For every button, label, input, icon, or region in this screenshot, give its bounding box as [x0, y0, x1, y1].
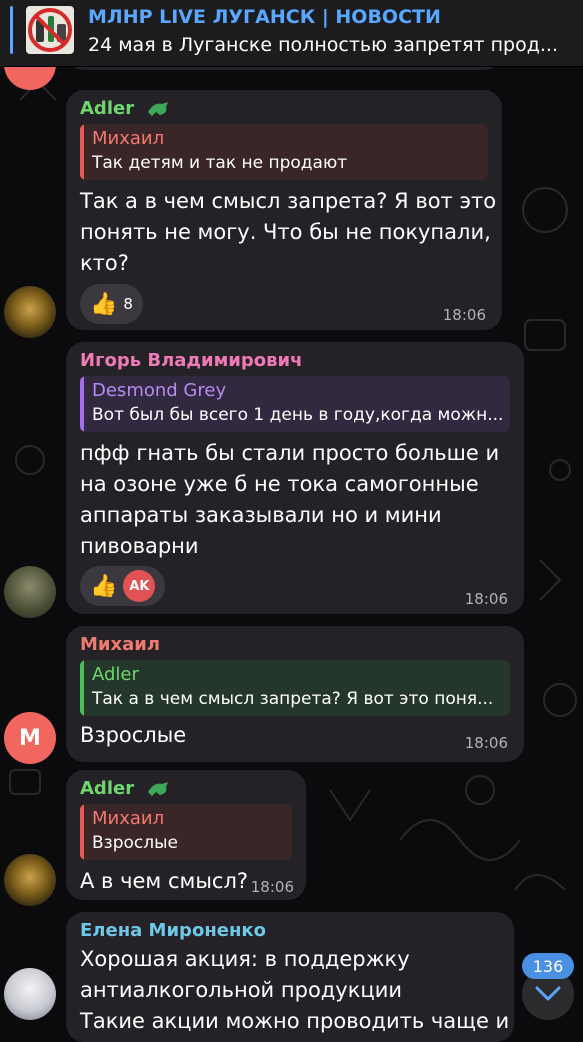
pinned-indicator — [10, 6, 13, 54]
unread-count-badge[interactable]: 136 — [522, 953, 574, 979]
message-bubble[interactable]: Adler Михаил Так детям и так не продают … — [66, 90, 502, 330]
avatar-adler[interactable] — [4, 286, 56, 338]
message-author[interactable]: Adler — [80, 98, 170, 119]
reply-author: Adler — [92, 664, 139, 685]
reply-author: Михаил — [92, 128, 165, 149]
message-time: 18:06 — [442, 306, 486, 324]
message-time: 18:06 — [464, 734, 508, 752]
message-text: пфф гнать бы стали просто больше и на оз… — [80, 441, 500, 558]
reaction-count: 8 — [123, 295, 133, 313]
reply-text: Так детям и так не продают — [92, 153, 348, 173]
avatar-elena[interactable] — [4, 968, 56, 1020]
reaction-chip[interactable]: 👍 8 — [80, 284, 143, 324]
thumbs-up-icon: 👍 — [90, 291, 118, 317]
message-bubble[interactable]: Игорь Владимирович Desmond Grey Вот был … — [66, 342, 524, 614]
pinned-title: МЛНР LIVE ЛУГАНСК | НОВОСТИ — [88, 6, 441, 28]
avatar-mikhail[interactable]: M — [4, 712, 56, 764]
message-text: Хорошая акция: в поддержку антиалкогольн… — [80, 947, 510, 1033]
avatar-igor[interactable] — [4, 566, 56, 618]
reply-preview[interactable]: Adler Так а в чем смысл запрета? Я вот э… — [80, 660, 510, 716]
message-time: 18:06 — [464, 590, 508, 608]
reply-author: Desmond Grey — [92, 380, 227, 401]
message-text: Взрослые — [80, 723, 187, 747]
message-text: Так а в чем смысл запрета? Я вот это пон… — [80, 189, 497, 275]
message-author[interactable]: Михаил — [80, 634, 160, 655]
message-author[interactable]: Adler — [80, 778, 170, 799]
thumbs-up-icon: 👍 — [90, 573, 118, 599]
reply-preview[interactable]: Михаил Так детям и так не продают — [80, 124, 488, 180]
avatar-adler[interactable] — [4, 854, 56, 906]
reaction-chip[interactable]: 👍 AK — [80, 566, 166, 606]
message-author[interactable]: Игорь Владимирович — [80, 350, 303, 371]
reply-author: Михаил — [92, 808, 165, 829]
message-time: 18:06 — [250, 878, 294, 896]
message-bubble[interactable]: Михаил Adler Так а в чем смысл запрета? … — [66, 626, 524, 762]
message-author[interactable]: Елена Мироненко — [80, 920, 266, 941]
reply-preview[interactable]: Михаил Взрослые — [80, 804, 292, 860]
dragon-emoji-icon — [148, 782, 169, 796]
dragon-emoji-icon — [148, 102, 169, 116]
pinned-subtitle: 24 мая в Луганске полностью запретят про… — [88, 34, 558, 56]
reply-text: Так а в чем смысл запрета? Я вот это пон… — [92, 689, 494, 709]
chevron-down-icon — [535, 986, 561, 1001]
message-bubble[interactable]: Елена Мироненко Хорошая акция: в поддерж… — [66, 912, 514, 1042]
message-text: А в чем смысл? — [80, 869, 249, 893]
reply-preview[interactable]: Desmond Grey Вот был бы всего 1 день в г… — [80, 376, 510, 432]
reactor-avatar: AK — [123, 570, 156, 602]
pinned-message-bar[interactable]: МЛНР LIVE ЛУГАНСК | НОВОСТИ 24 мая в Луг… — [0, 0, 583, 67]
pinned-thumbnail — [26, 6, 74, 54]
reply-text: Взрослые — [92, 833, 178, 853]
reply-text: Вот был бы всего 1 день в году,когда мож… — [92, 405, 504, 425]
message-bubble[interactable]: Adler Михаил Взрослые А в чем смысл? 18:… — [66, 770, 306, 900]
